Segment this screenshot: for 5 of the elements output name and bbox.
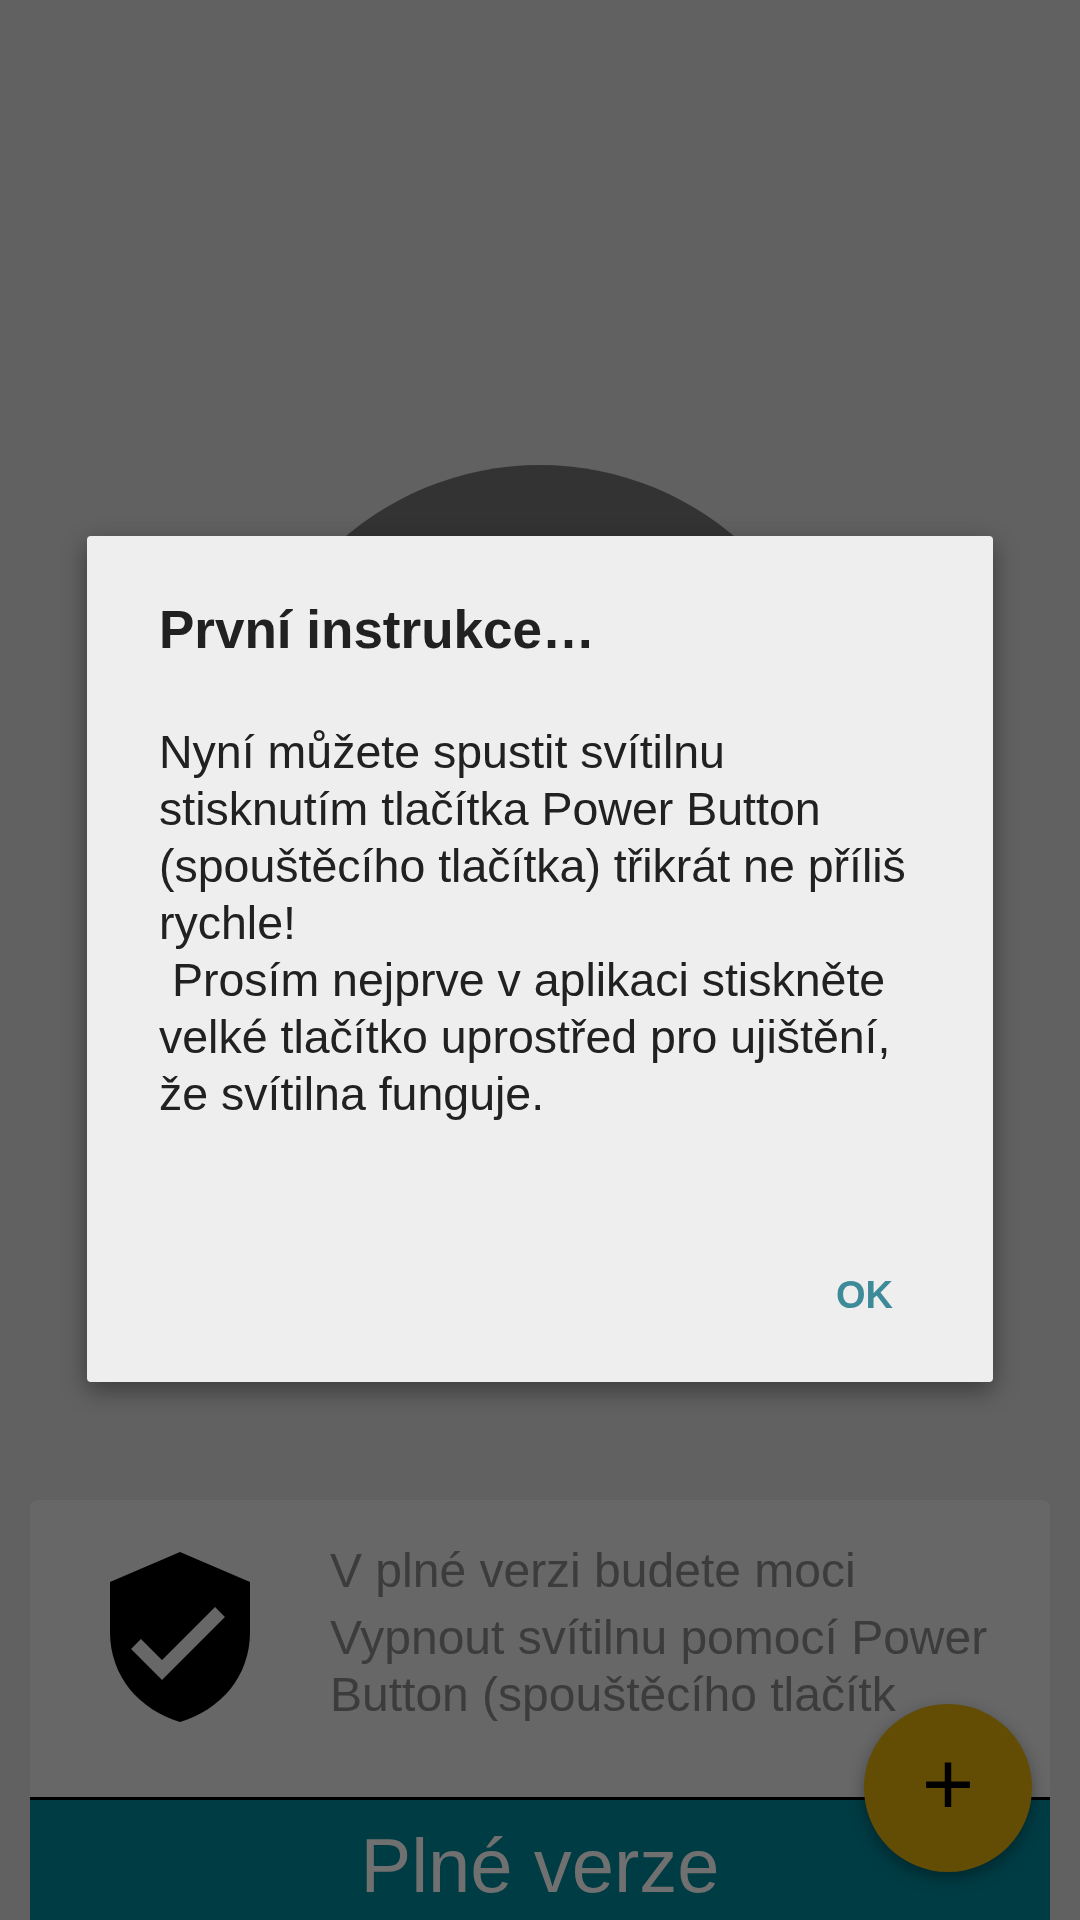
shield-check-icon [110,1552,250,1722]
dialog-title: První instrukce… [159,599,596,661]
dialog-message: Nyní můžete spustit svítilnu stisknutím tlačítka Power Button (spouštěcího tlačítka) třikrát ne příliš rychle! Prosím nejprve v aplikaci stiskněte velké tlačítko uprostřed pro ujištění, že svítilna funguje. [159,724,907,1122]
full-version-button[interactable]: Plné verze [360,1800,720,1912]
ok-button[interactable]: OK [820,1257,909,1334]
